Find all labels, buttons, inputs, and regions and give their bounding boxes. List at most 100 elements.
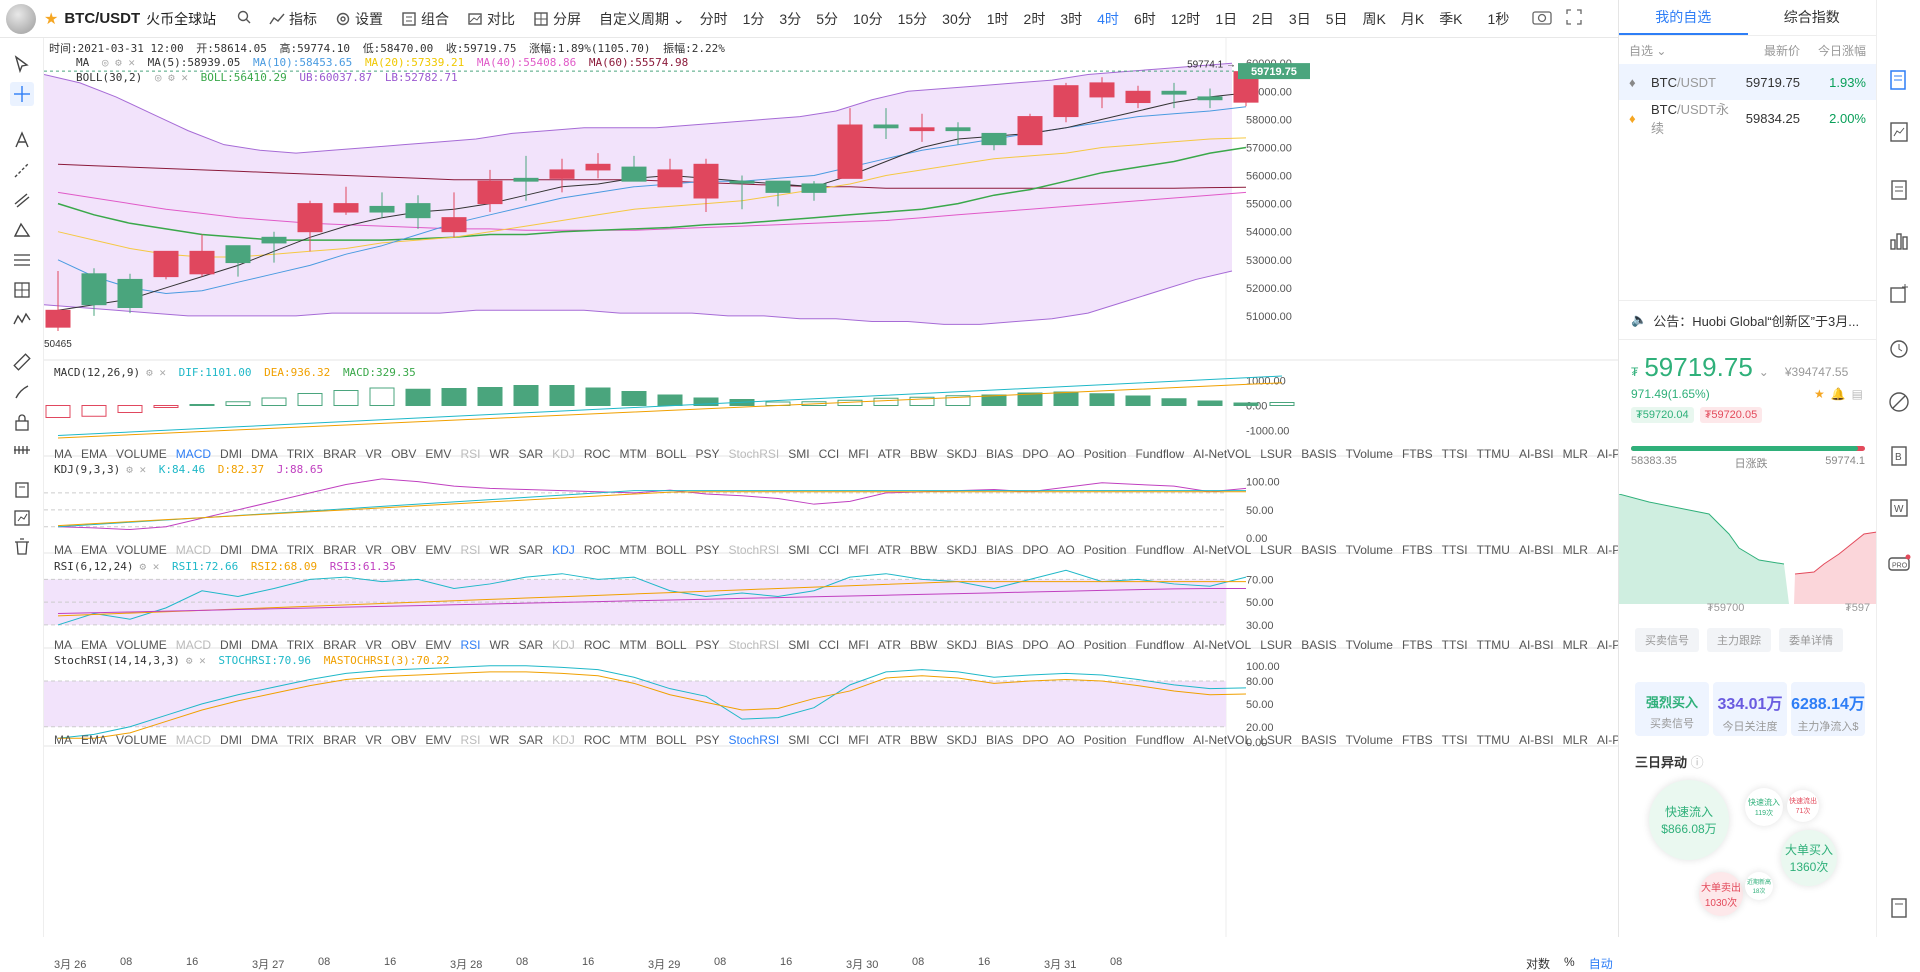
- indicator-tab-emv[interactable]: EMV: [425, 733, 451, 747]
- add-window-icon[interactable]: [1887, 282, 1911, 306]
- chart-area[interactable]: 60000.0059000.0058000.0057000.0056000.00…: [44, 38, 1629, 971]
- indicator-tab-boll[interactable]: BOLL: [656, 447, 687, 461]
- indicator-tab-emv[interactable]: EMV: [425, 447, 451, 461]
- indicator-tab-bbw[interactable]: BBW: [910, 543, 937, 557]
- chart-canvas[interactable]: 60000.0059000.0058000.0057000.0056000.00…: [44, 38, 1618, 937]
- compare-button[interactable]: 对比: [467, 9, 515, 29]
- period-0[interactable]: 分时: [700, 9, 728, 29]
- indicator-tab-smi[interactable]: SMI: [788, 733, 809, 747]
- indicator-tab-mlr[interactable]: MLR: [1563, 638, 1588, 652]
- indicator-tab-dpo[interactable]: DPO: [1022, 543, 1048, 557]
- period-19[interactable]: 季K: [1439, 9, 1462, 29]
- indicator-tab-mfi[interactable]: MFI: [848, 733, 869, 747]
- indicator-tab-ai-netvol[interactable]: AI-NetVOL: [1193, 638, 1251, 652]
- bubble-large-sell[interactable]: 大单卖出 1030次: [1699, 872, 1743, 916]
- indicator-tab-bbw[interactable]: BBW: [910, 733, 937, 747]
- indicator-tab-bbw[interactable]: BBW: [910, 638, 937, 652]
- lock-icon[interactable]: [10, 410, 34, 434]
- indicator-tab-ma[interactable]: MA: [54, 447, 72, 461]
- indicator-tab-kdj[interactable]: KDJ: [552, 543, 575, 557]
- pen-tool-icon[interactable]: [1887, 390, 1911, 414]
- indicator-tab-fundflow[interactable]: Fundflow: [1135, 733, 1184, 747]
- indicator-tab-rsi[interactable]: RSI: [460, 638, 480, 652]
- indicator-tab-vr[interactable]: VR: [365, 638, 382, 652]
- indicator-tab-emv[interactable]: EMV: [425, 638, 451, 652]
- indicator-tab-dmi[interactable]: DMI: [220, 543, 242, 557]
- indicator-tab-trix[interactable]: TRIX: [287, 733, 314, 747]
- indicator-tab-position[interactable]: Position: [1084, 733, 1127, 747]
- tab-composite-index[interactable]: 综合指数: [1748, 0, 1877, 35]
- indicator-tab-atr[interactable]: ATR: [878, 733, 901, 747]
- indicator-tab-boll[interactable]: BOLL: [656, 733, 687, 747]
- indicator-tab-lsur[interactable]: LSUR: [1260, 447, 1292, 461]
- indicator-tab-mfi[interactable]: MFI: [848, 447, 869, 461]
- indicator-tab-mlr[interactable]: MLR: [1563, 447, 1588, 461]
- bookmark-icon[interactable]: [10, 478, 34, 502]
- indicator-tab-lsur[interactable]: LSUR: [1260, 638, 1292, 652]
- eye-icon[interactable]: ◎ ⚙ ✕: [155, 71, 188, 84]
- stochrsi-legend[interactable]: StochRSI(14,14,3,3) ⚙ ✕ STOCHRSI:70.96 MA…: [54, 654, 456, 667]
- indicator-tab-brar[interactable]: BRAR: [323, 638, 356, 652]
- word-icon[interactable]: W: [1887, 496, 1911, 520]
- trend-line-icon[interactable]: [10, 158, 34, 182]
- indicator-tab-kdj[interactable]: KDJ: [552, 733, 575, 747]
- indicator-tab-cci[interactable]: CCI: [819, 733, 840, 747]
- indicator-tab-basis[interactable]: BASIS: [1301, 638, 1336, 652]
- period-16[interactable]: 5日: [1326, 9, 1348, 29]
- indicator-tab-volume[interactable]: VOLUME: [116, 733, 167, 747]
- indicator-tab-cci[interactable]: CCI: [819, 543, 840, 557]
- indicator-tab-stochrsi[interactable]: StochRSI: [729, 638, 780, 652]
- period-7[interactable]: 1时: [987, 9, 1009, 29]
- search-icon[interactable]: [237, 10, 251, 28]
- calculator-icon[interactable]: [1887, 896, 1911, 920]
- indicator-tab-emv[interactable]: EMV: [425, 543, 451, 557]
- indicator-tab-ma[interactable]: MA: [54, 543, 72, 557]
- indicator-tab-ao[interactable]: AO: [1057, 733, 1074, 747]
- alarm-clock-icon[interactable]: [1887, 336, 1911, 360]
- indicator-tab-tvolume[interactable]: TVolume: [1346, 733, 1393, 747]
- log-scale-toggle[interactable]: 对数: [1526, 955, 1550, 972]
- period-4[interactable]: 10分: [853, 9, 883, 29]
- indicator-tab-ttmu[interactable]: TTMU: [1477, 638, 1510, 652]
- chevron-down-icon[interactable]: ⌄: [1759, 365, 1769, 379]
- indicator-tab-vr[interactable]: VR: [365, 543, 382, 557]
- indicator-tab-ttsi[interactable]: TTSI: [1442, 543, 1468, 557]
- indicator-tab-obv[interactable]: OBV: [391, 447, 416, 461]
- indicator-tab-ttmu[interactable]: TTMU: [1477, 733, 1510, 747]
- indicator-tab-atr[interactable]: ATR: [878, 543, 901, 557]
- notice-bar[interactable]: 🔈 公告：Huobi Global“创新区”于3月...: [1619, 300, 1877, 340]
- indicator-tab-trix[interactable]: TRIX: [287, 543, 314, 557]
- indicator-tab-rsi[interactable]: RSI: [460, 447, 480, 461]
- bubble-new-high[interactable]: 近期新高 18次: [1745, 872, 1773, 900]
- split-screen-button[interactable]: 分屏: [533, 9, 581, 29]
- indicator-tab-dmi[interactable]: DMI: [220, 447, 242, 461]
- indicator-tab-volume[interactable]: VOLUME: [116, 638, 167, 652]
- indicator-tab-ai-netvol[interactable]: AI-NetVOL: [1193, 447, 1251, 461]
- indicator-tab-obv[interactable]: OBV: [391, 733, 416, 747]
- indicator-tab-ma[interactable]: MA: [54, 733, 72, 747]
- indicator-tab-bbw[interactable]: BBW: [910, 447, 937, 461]
- indicator-tab-ttsi[interactable]: TTSI: [1442, 638, 1468, 652]
- indicator-tab-vr[interactable]: VR: [365, 447, 382, 461]
- indicator-tab-macd[interactable]: MACD: [176, 543, 211, 557]
- indicator-tab-ai-bsi[interactable]: AI-BSI: [1519, 543, 1554, 557]
- indicator-tab-boll[interactable]: BOLL: [656, 543, 687, 557]
- period-10[interactable]: 4时: [1097, 9, 1119, 29]
- indicator-tab-trix[interactable]: TRIX: [287, 447, 314, 461]
- ruler-icon[interactable]: [10, 350, 34, 374]
- bubble-large-buy[interactable]: 大单买入 1360次: [1781, 830, 1837, 886]
- indicator-tab-mfi[interactable]: MFI: [848, 638, 869, 652]
- text-tool-icon[interactable]: [10, 128, 34, 152]
- template-icon[interactable]: [10, 506, 34, 530]
- period-12[interactable]: 12时: [1171, 9, 1201, 29]
- indicator-tab-psy[interactable]: PSY: [696, 733, 720, 747]
- ma-legend[interactable]: MA ◎ ⚙ ✕ MA(5):58939.05 MA(10):58453.65 …: [76, 56, 694, 69]
- indicator-tab-tvolume[interactable]: TVolume: [1346, 638, 1393, 652]
- indicator-tab-sar[interactable]: SAR: [518, 733, 543, 747]
- period-5[interactable]: 15分: [898, 9, 928, 29]
- indicator-tab-mtm[interactable]: MTM: [619, 543, 646, 557]
- kdj-legend[interactable]: KDJ(9,3,3) ⚙ ✕ K:84.46 D:82.37 J:88.65: [54, 463, 329, 476]
- indicator-tab-macd[interactable]: MACD: [176, 638, 211, 652]
- indicator-tab-skdj[interactable]: SKDJ: [946, 733, 977, 747]
- period-3[interactable]: 5分: [816, 9, 838, 29]
